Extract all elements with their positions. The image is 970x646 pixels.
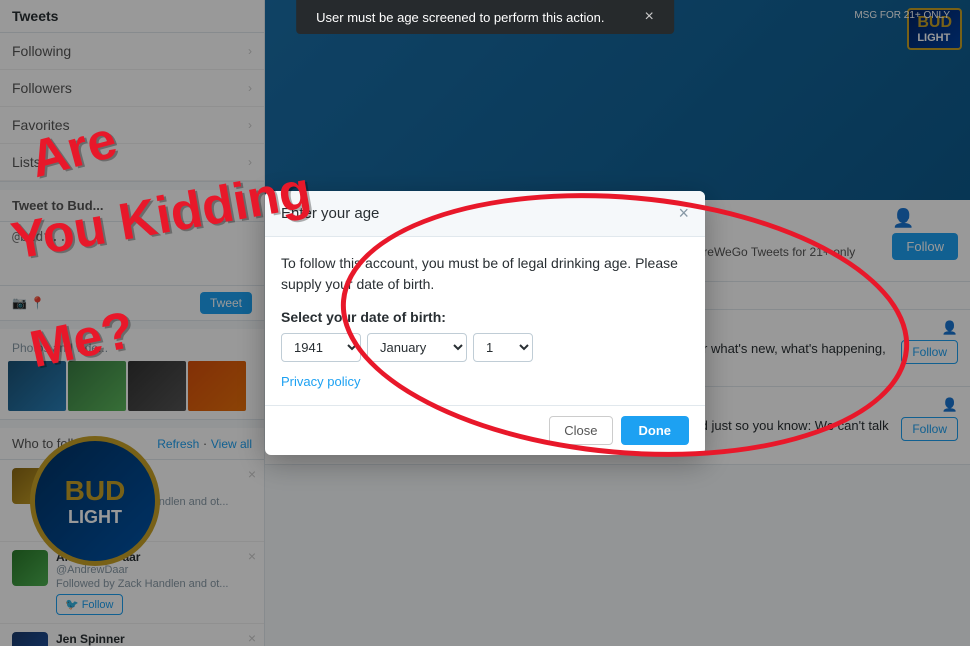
year-select[interactable]: 1941 [281, 333, 361, 362]
month-select[interactable]: January [367, 333, 467, 362]
modal-title: Enter your age [281, 205, 379, 222]
modal-overlay[interactable]: Enter your age × To follow this account,… [0, 0, 970, 646]
modal-body: To follow this account, you must be of l… [265, 237, 705, 405]
age-modal: Enter your age × To follow this account,… [265, 191, 705, 455]
modal-close-button[interactable]: Close [549, 416, 612, 445]
notification-bar: User must be age screened to perform thi… [296, 0, 674, 34]
modal-header: Enter your age × [265, 191, 705, 237]
notification-text: User must be age screened to perform thi… [316, 10, 604, 25]
modal-footer: Close Done [265, 405, 705, 455]
notification-close-button[interactable]: × [644, 8, 653, 26]
dob-label: Select your date of birth: [281, 309, 689, 325]
dob-selects: 1941 January 1 [281, 333, 689, 362]
day-select[interactable]: 1 [473, 333, 533, 362]
modal-intro-text: To follow this account, you must be of l… [281, 253, 689, 295]
modal-close-x[interactable]: × [678, 203, 689, 224]
privacy-policy-link[interactable]: Privacy policy [281, 374, 360, 389]
modal-done-button[interactable]: Done [621, 416, 690, 445]
